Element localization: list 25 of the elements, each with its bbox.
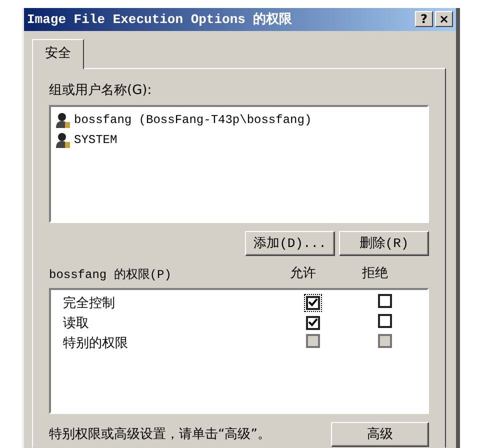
permission-name: 完全控制 bbox=[63, 294, 115, 313]
checkbox[interactable] bbox=[376, 312, 394, 330]
permission-name: 读取 bbox=[63, 314, 89, 333]
checkbox[interactable] bbox=[304, 294, 322, 312]
checkbox[interactable] bbox=[376, 292, 394, 310]
column-header: 拒绝 bbox=[361, 265, 389, 283]
hint-text: 特别权限或高级设置，请单击“高级”。 bbox=[49, 426, 270, 444]
add-button[interactable]: 添加(D)... bbox=[245, 230, 335, 256]
column-header: 允许 bbox=[289, 265, 317, 283]
list-item[interactable]: SYSTEM bbox=[51, 130, 427, 150]
tab[interactable]: 安全 bbox=[32, 38, 84, 69]
permissions-label: bossfang 的权限(P) bbox=[49, 266, 172, 284]
check-icon bbox=[308, 318, 318, 327]
remove-button[interactable]: 删除(R) bbox=[339, 230, 429, 256]
advanced-button[interactable]: 高级 bbox=[331, 422, 429, 447]
window-title: Image File Execution Options 的权限 bbox=[27, 10, 294, 28]
user-icon bbox=[55, 132, 71, 148]
close-button[interactable]: × bbox=[435, 11, 453, 28]
list-item[interactable]: bossfang (BossFang-T43p\bossfang) bbox=[51, 110, 427, 130]
list-label: 组或用户名称(G): bbox=[49, 82, 153, 100]
user-icon bbox=[55, 112, 71, 128]
check-icon bbox=[308, 298, 318, 307]
help-button[interactable]: ? bbox=[415, 11, 433, 28]
permission-name: 特别的权限 bbox=[63, 334, 128, 353]
checkbox[interactable] bbox=[304, 314, 322, 332]
